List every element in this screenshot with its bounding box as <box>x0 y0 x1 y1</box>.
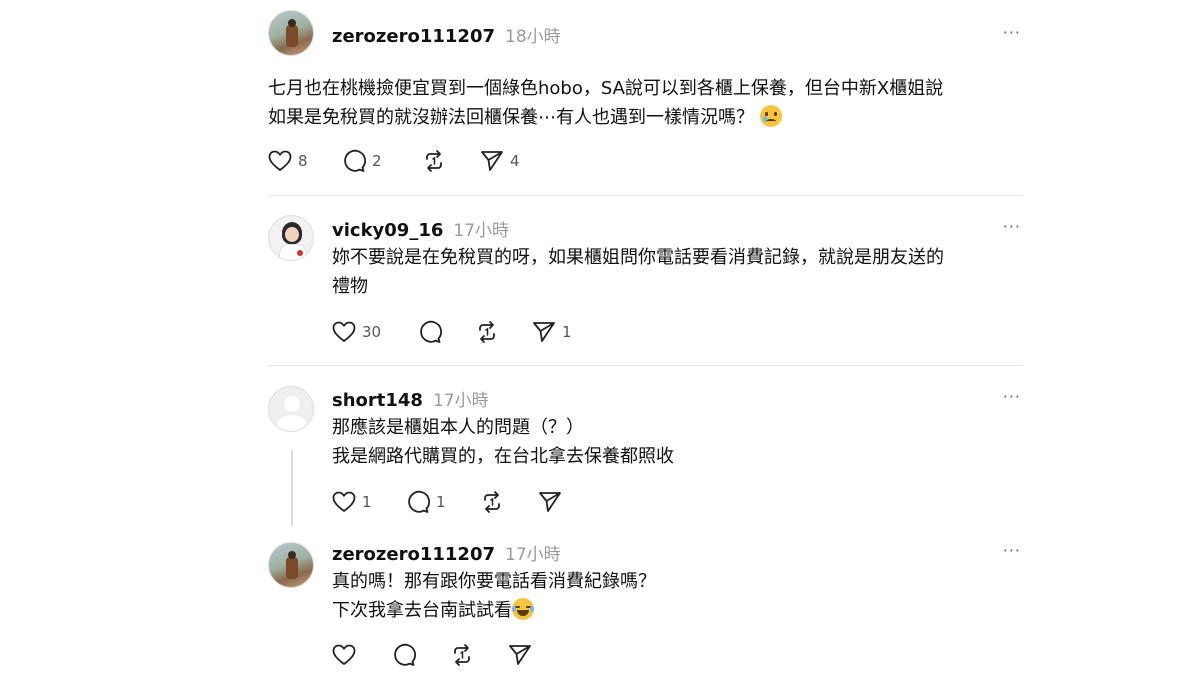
post-time: 18小時 <box>505 27 561 47</box>
post-actions: 1 1 <box>332 487 632 517</box>
thread-connector-line <box>291 450 293 526</box>
reply-post: vicky09_16 17小時 ··· 妳不要說是在免稅買的呀，如果櫃姐問你電話要… <box>262 205 1027 360</box>
like-button[interactable]: 30 <box>332 317 381 347</box>
comment-bubble-icon <box>408 490 430 513</box>
post-text-line: 真的嗎！那有跟你要電話看消費紀錄嗎？ <box>332 571 656 592</box>
thread-feed: zerozero111207 18小時 ··· 七月也在桃機撿便宜買到一個綠色ho… <box>0 0 1200 675</box>
post-text-line-wrap: 如果是免稅買的就沒辦法回櫃保養⋯有人也遇到一樣情況嗎？ <box>268 103 943 132</box>
like-count: 30 <box>362 323 382 341</box>
post-author[interactable]: zerozero111207 17小時 <box>332 540 561 565</box>
comment-count: 2 <box>372 152 382 170</box>
post-text-line: 如果是免稅買的就沒辦法回櫃保養⋯有人也遇到一樣情況嗎？ <box>268 107 754 128</box>
send-icon <box>539 492 561 512</box>
comment-bubble-icon <box>344 149 366 172</box>
post-main: zerozero111207 18小時 ··· 七月也在桃機撿便宜買到一個綠色ho… <box>262 8 1027 193</box>
post-text-line: 下次我拿去台南試試看 <box>332 600 512 621</box>
post-text-line: 妳不要說是在免稅買的呀，如果櫃姐問你電話要看消費記錄，就說是朋友送的 <box>332 247 944 268</box>
comment-count: 1 <box>436 493 446 511</box>
share-count: 1 <box>562 323 572 341</box>
username[interactable]: zerozero111207 <box>332 26 495 47</box>
post-text-line: 那應該是櫃姐本人的問題（？） <box>332 417 584 438</box>
post-author[interactable]: vicky09_16 17小時 <box>332 216 509 241</box>
post-text: 那應該是櫃姐本人的問題（？） 我是網路代購買的，在台北拿去保養都照收 <box>332 413 674 471</box>
more-dots-icon[interactable]: ··· <box>1003 217 1021 236</box>
post-text-line: 禮物 <box>332 276 368 297</box>
repost-button[interactable] <box>475 317 499 347</box>
comment-button[interactable] <box>392 640 416 670</box>
avatar[interactable] <box>268 215 314 261</box>
share-button[interactable]: 1 <box>532 317 572 347</box>
post-time: 17小時 <box>453 221 510 241</box>
post-text: 七月也在桃機撿便宜買到一個綠色hobo，SA說可以到各櫃上保養，但台中新X櫃姐說… <box>268 74 943 132</box>
repost-icon <box>426 150 442 172</box>
like-button[interactable] <box>332 640 356 670</box>
avatar[interactable] <box>268 10 314 56</box>
heart-icon <box>332 321 356 342</box>
reply-post: short148 17小時 ··· 那應該是櫃姐本人的問題（？） 我是網路代購買的… <box>262 375 1027 525</box>
send-icon <box>509 645 531 665</box>
reply-post: zerozero111207 17小時 ··· 真的嗎！那有跟你要電話看消費紀錄嗎… <box>262 530 1027 675</box>
more-dots-icon[interactable]: ··· <box>1003 387 1021 406</box>
post-actions <box>332 640 632 670</box>
post-author[interactable]: short148 17小時 <box>332 386 489 411</box>
comment-button[interactable] <box>418 317 442 347</box>
face-with-tears-of-joy-icon <box>512 598 534 620</box>
like-button[interactable]: 1 <box>332 487 372 517</box>
avatar[interactable] <box>268 542 314 588</box>
share-button[interactable]: 4 <box>480 146 520 176</box>
send-icon <box>481 151 503 171</box>
comment-button[interactable]: 2 <box>342 146 382 176</box>
post-actions: 30 1 <box>332 317 632 347</box>
like-count: 1 <box>362 493 372 511</box>
post-text: 妳不要說是在免稅買的呀，如果櫃姐問你電話要看消費記錄，就說是朋友送的 禮物 <box>332 243 944 301</box>
post-time: 17小時 <box>505 545 561 565</box>
send-icon <box>533 322 555 342</box>
divider <box>268 195 1023 196</box>
share-button[interactable] <box>538 487 562 517</box>
heart-icon <box>268 150 292 171</box>
repost-button[interactable] <box>480 487 504 517</box>
comment-bubble-icon <box>394 643 416 666</box>
repost-icon <box>479 321 495 343</box>
repost-button[interactable] <box>422 146 446 176</box>
repost-button[interactable] <box>450 640 474 670</box>
post-text: 真的嗎！那有跟你要電話看消費紀錄嗎？ 下次我拿去台南試試看 <box>332 567 656 625</box>
divider <box>268 365 1023 366</box>
like-count: 8 <box>298 152 308 170</box>
face-holding-back-tears-icon <box>759 105 782 127</box>
more-dots-icon[interactable]: ··· <box>1003 541 1021 560</box>
post-author[interactable]: zerozero111207 18小時 <box>332 22 561 47</box>
heart-icon <box>332 491 356 512</box>
share-count: 4 <box>510 152 520 170</box>
post-time: 17小時 <box>432 391 489 411</box>
comment-button[interactable]: 1 <box>406 487 446 517</box>
comment-bubble-icon <box>420 320 442 343</box>
avatar[interactable] <box>268 386 314 432</box>
username[interactable]: short148 <box>332 390 423 411</box>
post-actions: 8 2 4 <box>268 146 568 176</box>
username[interactable]: vicky09_16 <box>332 220 443 241</box>
repost-icon <box>454 644 470 666</box>
post-text-line: 我是網路代購買的，在台北拿去保養都照收 <box>332 446 674 467</box>
post-text-line: 七月也在桃機撿便宜買到一個綠色hobo，SA說可以到各櫃上保養，但台中新X櫃姐說 <box>268 78 944 99</box>
like-button[interactable]: 8 <box>268 146 308 176</box>
repost-icon <box>484 491 500 513</box>
heart-icon <box>332 644 356 665</box>
username[interactable]: zerozero111207 <box>332 544 495 565</box>
post-text-line-wrap: 下次我拿去台南試試看 <box>332 596 656 625</box>
more-dots-icon[interactable]: ··· <box>1003 23 1021 42</box>
share-button[interactable] <box>508 640 532 670</box>
